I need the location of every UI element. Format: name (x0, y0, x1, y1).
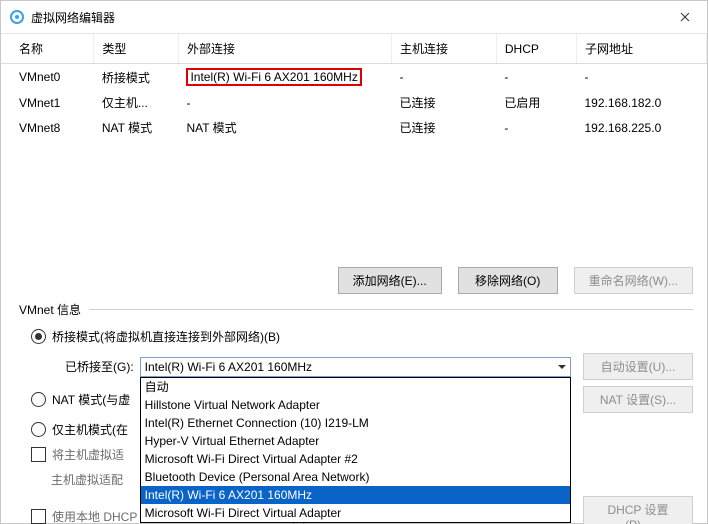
col-header[interactable]: 外部连接 (178, 34, 391, 64)
dropdown-option[interactable]: Hillstone Virtual Network Adapter (141, 396, 570, 414)
bridged-to-label: 已桥接至(G): (65, 358, 134, 375)
table-cell: 192.168.182.0 (577, 90, 707, 115)
close-icon (680, 12, 690, 22)
table-cell: - (496, 64, 576, 91)
col-header[interactable]: 子网地址 (577, 34, 707, 64)
col-header[interactable]: DHCP (496, 34, 576, 64)
table-cell: 192.168.225.0 (577, 115, 707, 140)
table-row[interactable]: VMnet1仅主机...-已连接已启用192.168.182.0 (1, 90, 707, 115)
networks-table[interactable]: 名称类型外部连接主机连接DHCP子网地址 VMnet0桥接模式Intel(R) … (1, 34, 707, 140)
table-buttons: 添加网络(E)... 移除网络(O) 重命名网络(W)... (15, 267, 693, 294)
hostonly-radio[interactable] (31, 422, 46, 437)
dropdown-option[interactable]: Microsoft Wi-Fi Direct Virtual Adapter #… (141, 450, 570, 468)
col-header[interactable]: 主机连接 (392, 34, 497, 64)
table-cell: - (178, 90, 391, 115)
dropdown-option[interactable]: Intel(R) Ethernet Connection (10) I219-L… (141, 414, 570, 432)
col-header[interactable]: 类型 (94, 34, 179, 64)
table-cell: VMnet0 (1, 64, 94, 91)
bridge-radio-label: 桥接模式(将虚拟机直接连接到外部网络)(B) (52, 328, 280, 345)
section-title: VMnet 信息 (19, 301, 81, 318)
window-title: 虚拟网络编辑器 (31, 9, 115, 26)
bridge-radio[interactable] (31, 329, 46, 344)
dropdown-option[interactable]: 自动 (141, 378, 570, 396)
table-cell: VMnet1 (1, 90, 94, 115)
bridged-to-row: 已桥接至(G): Intel(R) Wi-Fi 6 AX201 160MHz 自… (65, 353, 693, 380)
section-header: VMnet 信息 (19, 301, 693, 318)
app-icon (9, 9, 25, 25)
close-button[interactable] (662, 1, 707, 33)
table-cell: NAT 模式 (94, 115, 179, 140)
table-cell: 已连接 (392, 115, 497, 140)
bridge-radio-row[interactable]: 桥接模式(将虚拟机直接连接到外部网络)(B) (31, 328, 693, 345)
remove-network-button[interactable]: 移除网络(O) (458, 267, 558, 294)
table-cell: - (392, 64, 497, 91)
nat-radio[interactable] (31, 392, 46, 407)
table-cell: Intel(R) Wi-Fi 6 AX201 160MHz (178, 64, 391, 91)
window-root: 虚拟网络编辑器 名称类型外部连接主机连接DHCP子网地址 VMnet0桥接模式I… (0, 0, 708, 524)
table-row[interactable]: VMnet8NAT 模式NAT 模式已连接-192.168.225.0 (1, 115, 707, 140)
section-divider (89, 309, 693, 310)
rename-network-button[interactable]: 重命名网络(W)... (574, 267, 693, 294)
bridged-to-dropdown[interactable]: 自动Hillstone Virtual Network AdapterIntel… (140, 377, 571, 523)
dhcp-settings-button[interactable]: DHCP 设置(P)... (583, 496, 693, 524)
add-network-button[interactable]: 添加网络(E)... (338, 267, 442, 294)
table-cell: NAT 模式 (178, 115, 391, 140)
dropdown-option[interactable]: Intel(R) Wi-Fi 6 AX201 160MHz (141, 486, 570, 504)
dropdown-option[interactable]: Hyper-V Virtual Ethernet Adapter (141, 432, 570, 450)
dropdown-option[interactable]: Microsoft Wi-Fi Direct Virtual Adapter (141, 504, 570, 522)
host-adapter-label: 将主机虚拟适 (52, 446, 124, 463)
col-header[interactable]: 名称 (1, 34, 94, 64)
bridged-to-combo[interactable]: Intel(R) Wi-Fi 6 AX201 160MHz (140, 357, 571, 377)
host-adapter-line2: 主机虚拟适配 (51, 471, 123, 488)
table-cell: 仅主机... (94, 90, 179, 115)
vmnet-info-section: VMnet 信息 桥接模式(将虚拟机直接连接到外部网络)(B) 已桥接至(G):… (19, 301, 693, 524)
nat-settings-button[interactable]: NAT 设置(S)... (583, 386, 693, 413)
host-adapter-checkbox[interactable] (31, 447, 46, 462)
table-cell: 已启用 (496, 90, 576, 115)
dhcp-checkbox[interactable] (31, 509, 46, 524)
auto-settings-button[interactable]: 自动设置(U)... (583, 353, 693, 380)
table-cell: - (496, 115, 576, 140)
table-row[interactable]: VMnet0桥接模式Intel(R) Wi-Fi 6 AX201 160MHz-… (1, 64, 707, 91)
table-cell: VMnet8 (1, 115, 94, 140)
dropdown-option[interactable]: Bluetooth Device (Personal Area Network) (141, 468, 570, 486)
table-cell: 已连接 (392, 90, 497, 115)
hostonly-radio-label: 仅主机模式(在 (52, 421, 128, 438)
bridged-to-selected: Intel(R) Wi-Fi 6 AX201 160MHz (145, 360, 312, 374)
nat-radio-label: NAT 模式(与虚 (52, 391, 130, 408)
titlebar: 虚拟网络编辑器 (1, 1, 707, 34)
table-cell: - (577, 64, 707, 91)
table-cell: 桥接模式 (94, 64, 179, 91)
